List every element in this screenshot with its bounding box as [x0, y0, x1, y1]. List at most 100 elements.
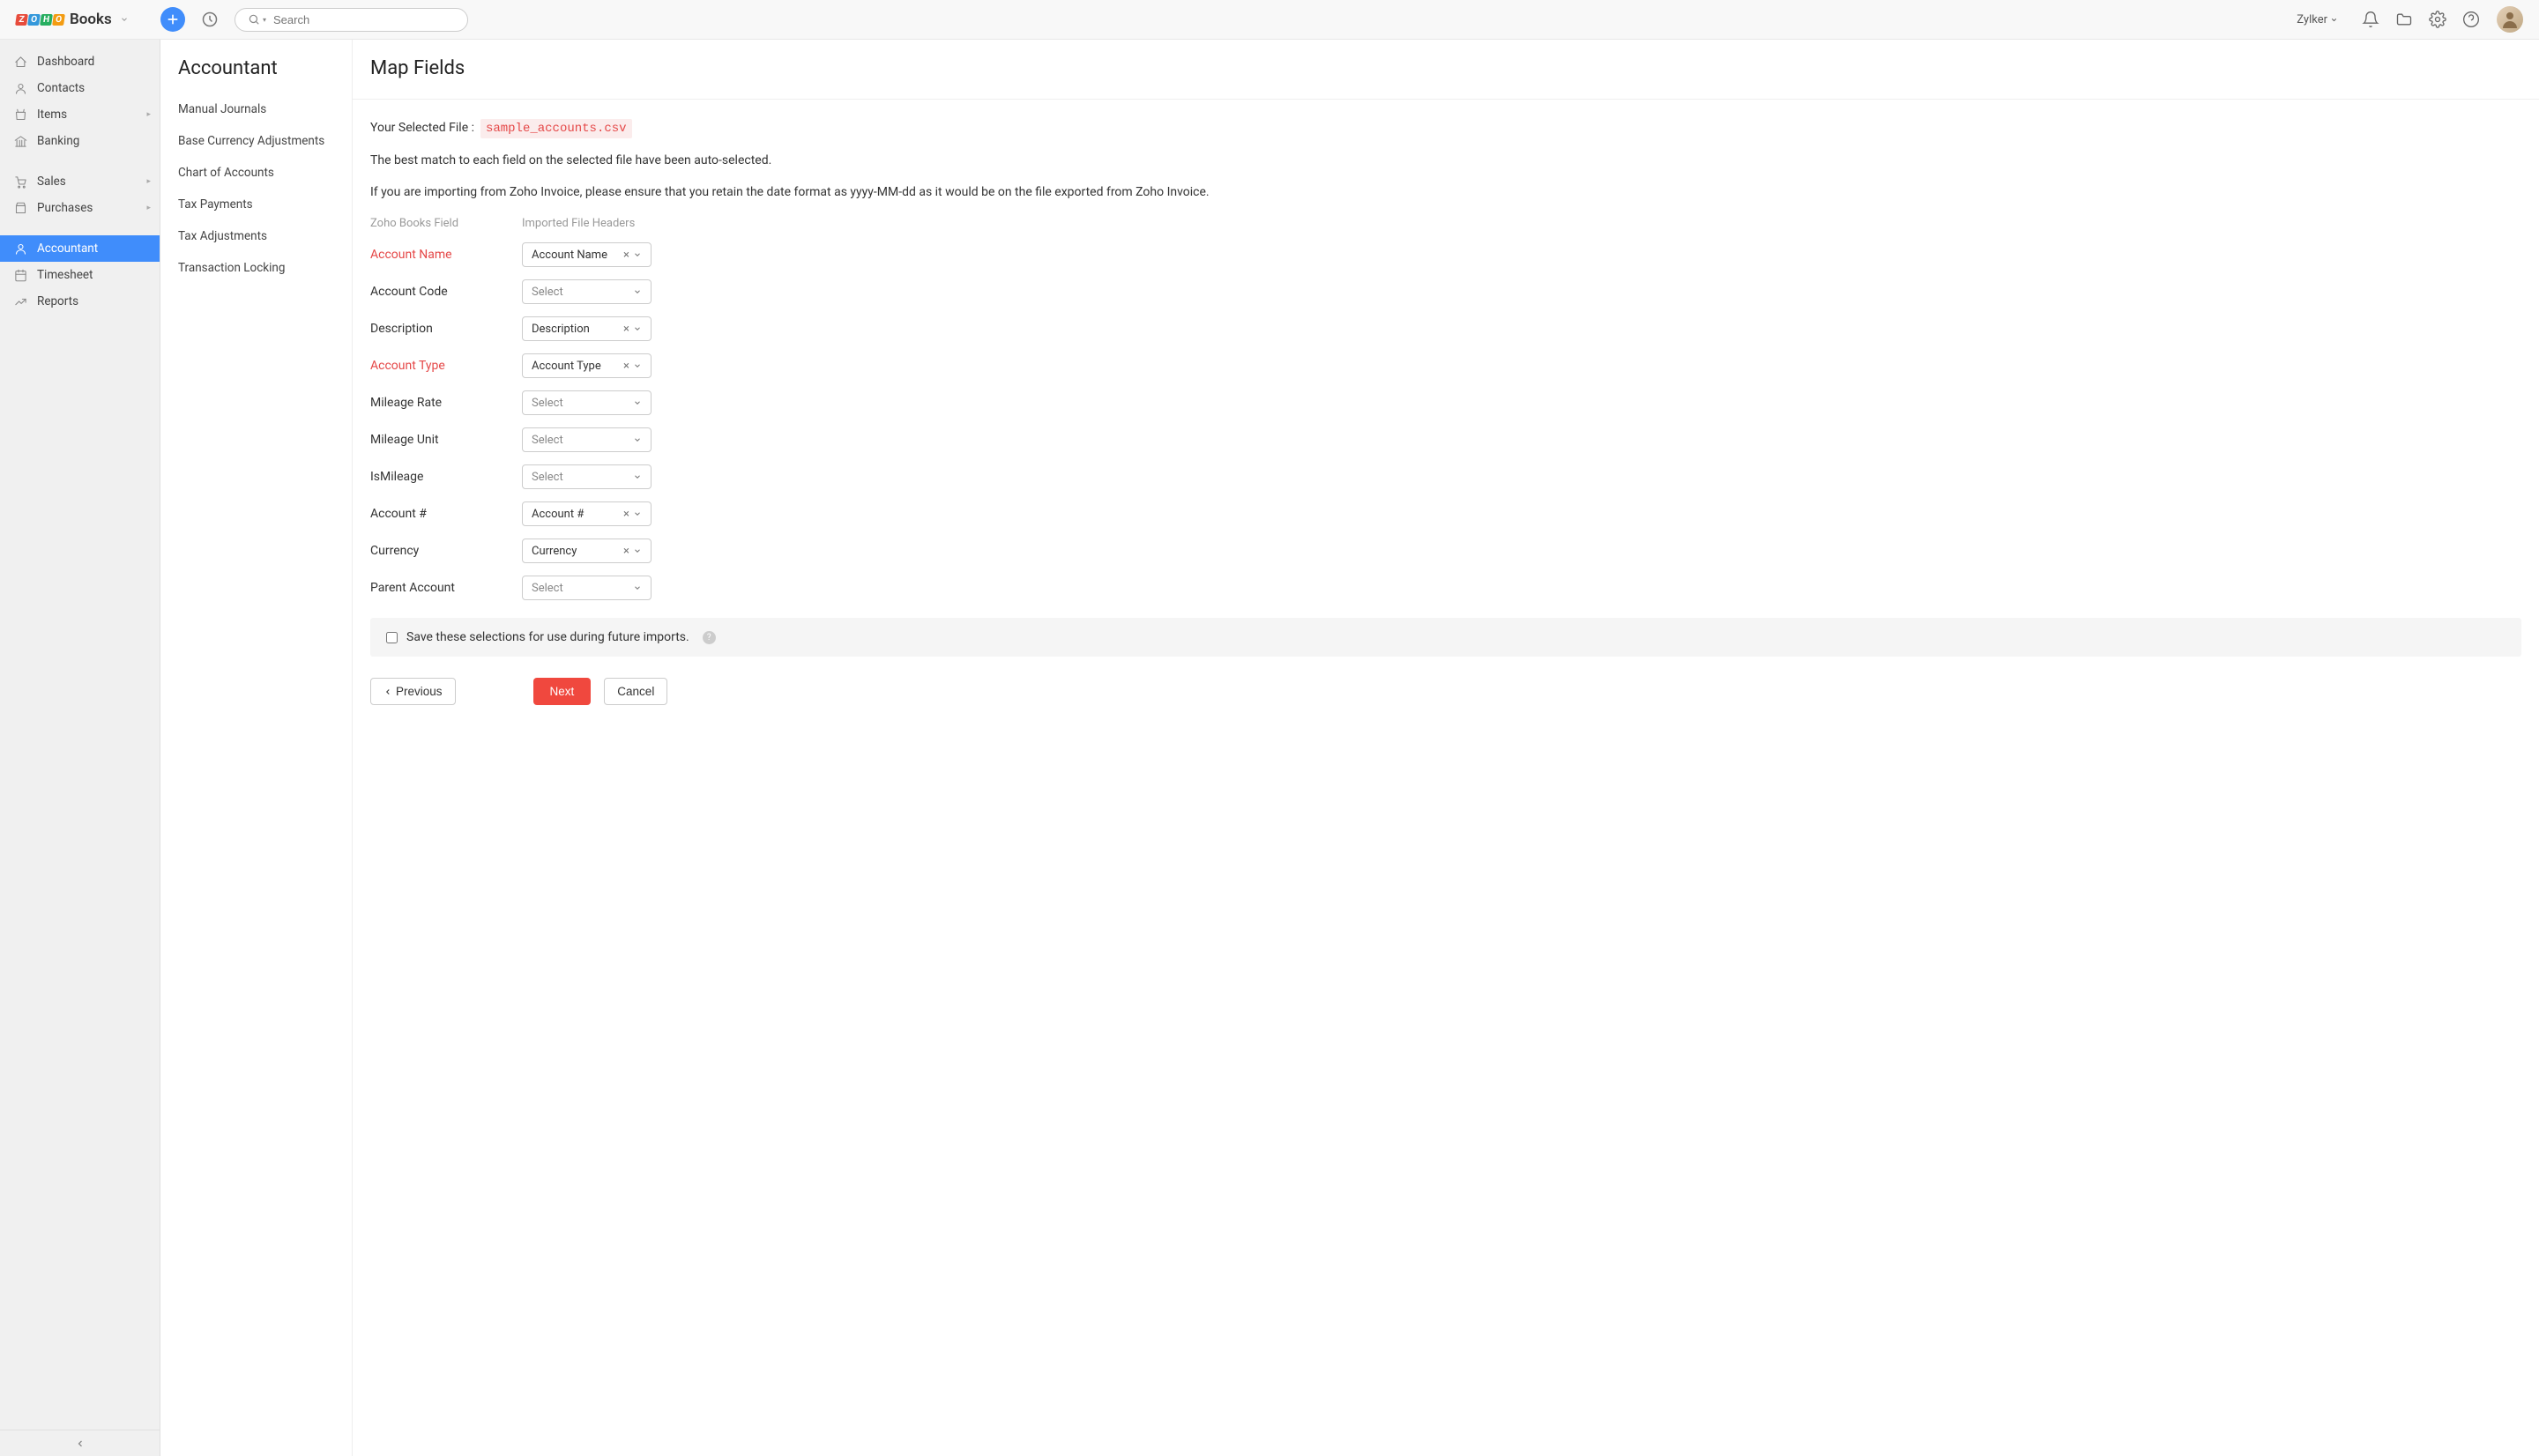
notifications-icon[interactable]: [2362, 11, 2379, 28]
clear-icon[interactable]: ×: [623, 545, 629, 558]
field-header-select[interactable]: Select: [522, 464, 652, 489]
recent-activity-icon[interactable]: [201, 11, 219, 28]
chevron-down-icon: [633, 546, 642, 555]
sidebar-item-dashboard[interactable]: Dashboard: [0, 48, 160, 75]
sidebar-item-label: Banking: [37, 134, 79, 148]
sidebar-item-timesheet[interactable]: Timesheet: [0, 262, 160, 288]
org-name: Zylker: [2297, 13, 2327, 26]
field-header-select[interactable]: Select: [522, 279, 652, 304]
next-button[interactable]: Next: [533, 678, 592, 705]
subside-item-tax-adjustments[interactable]: Tax Adjustments: [160, 220, 352, 252]
help-icon[interactable]: ?: [703, 631, 716, 644]
topbar: ZOHO Books ▾ Zylker: [0, 0, 2539, 40]
sidebar-item-banking[interactable]: Banking: [0, 128, 160, 154]
field-label: Account Type: [370, 359, 522, 373]
search-input[interactable]: [273, 13, 455, 26]
app-name: Books: [70, 11, 112, 28]
sidebar-item-reports[interactable]: Reports: [0, 288, 160, 315]
field-header-select[interactable]: Select: [522, 427, 652, 452]
clear-icon[interactable]: ×: [623, 323, 629, 336]
chevron-down-icon: [633, 361, 642, 370]
sales-icon: [14, 175, 28, 189]
select-value: Account #: [532, 508, 623, 521]
previous-button-label: Previous: [396, 685, 443, 698]
sidebar-item-sales[interactable]: Sales▸: [0, 168, 160, 195]
sidebar-item-label: Timesheet: [37, 268, 93, 282]
field-header-select[interactable]: Currency×: [522, 539, 652, 563]
field-header-select[interactable]: Account Type×: [522, 353, 652, 378]
select-value: Select: [532, 286, 633, 299]
sidebar-item-items[interactable]: Items▸: [0, 101, 160, 128]
select-value: Select: [532, 397, 633, 410]
subside-item-transaction-locking[interactable]: Transaction Locking: [160, 252, 352, 284]
chevron-down-icon: [633, 583, 642, 592]
field-row: IsMileageSelect: [370, 464, 2521, 489]
subside-item-base-currency-adjustments[interactable]: Base Currency Adjustments: [160, 125, 352, 157]
settings-icon[interactable]: [2429, 11, 2446, 28]
sidebar-item-purchases[interactable]: Purchases ▸: [0, 195, 160, 221]
primary-sidebar: DashboardContactsItems▸BankingSales▸Purc…: [0, 40, 160, 1456]
quick-add-button[interactable]: [160, 7, 185, 32]
save-selections-checkbox[interactable]: [386, 632, 398, 643]
folder-icon[interactable]: [2395, 11, 2413, 28]
help-icon[interactable]: [2462, 11, 2480, 28]
field-row: Account NameAccount Name×: [370, 242, 2521, 267]
info-auto-selected: The best match to each field on the sele…: [370, 153, 2521, 167]
selected-file-name: sample_accounts.csv: [480, 119, 632, 138]
sidebar-item-contacts[interactable]: Contacts: [0, 75, 160, 101]
chevron-left-icon: [383, 687, 392, 696]
sidebar-collapse-button[interactable]: [0, 1430, 160, 1456]
search-scope-dropdown-icon[interactable]: ▾: [263, 16, 266, 24]
search-box[interactable]: ▾: [235, 8, 468, 32]
field-label: Mileage Unit: [370, 433, 522, 447]
clear-icon[interactable]: ×: [623, 249, 629, 262]
field-row: Account #Account #×: [370, 501, 2521, 526]
wizard-buttons: Previous Next Cancel: [370, 678, 2521, 705]
zoho-logo-icon: ZOHO: [16, 14, 64, 26]
cancel-button[interactable]: Cancel: [604, 678, 667, 705]
field-label: Mileage Rate: [370, 396, 522, 410]
field-header-select[interactable]: Select: [522, 390, 652, 415]
subside-item-tax-payments[interactable]: Tax Payments: [160, 189, 352, 220]
field-label: IsMileage: [370, 470, 522, 484]
clear-icon[interactable]: ×: [623, 508, 629, 521]
select-value: Select: [532, 582, 633, 595]
clear-icon[interactable]: ×: [623, 360, 629, 373]
chevron-down-icon[interactable]: [120, 15, 129, 24]
field-header-select[interactable]: Account Name×: [522, 242, 652, 267]
field-header-select[interactable]: Description×: [522, 316, 652, 341]
field-header-select[interactable]: Account #×: [522, 501, 652, 526]
sidebar-item-label: Purchases: [37, 201, 93, 215]
user-avatar[interactable]: [2497, 6, 2523, 33]
field-row: Mileage Unit Select: [370, 427, 2521, 452]
sidebar-item-label: Sales: [37, 175, 66, 189]
field-label: Currency: [370, 544, 522, 558]
selected-file-label: Your Selected File :: [370, 121, 474, 135]
contacts-icon: [14, 82, 28, 95]
search-icon: [248, 13, 260, 26]
save-selections-box: Save these selections for use during fut…: [370, 618, 2521, 657]
field-header-select[interactable]: Select: [522, 576, 652, 600]
chevron-right-icon: ▸: [146, 204, 151, 212]
org-switcher[interactable]: Zylker: [2297, 13, 2338, 26]
mapping-column-headers: Zoho Books Field Imported File Headers: [370, 217, 2521, 230]
chevron-down-icon: [633, 472, 642, 481]
field-label: Parent Account: [370, 581, 522, 595]
field-row: Account Code Select: [370, 279, 2521, 304]
subside-item-manual-journals[interactable]: Manual Journals: [160, 93, 352, 125]
select-value: Select: [532, 434, 633, 447]
sidebar-item-label: Reports: [37, 294, 78, 308]
secondary-sidebar: Accountant Manual JournalsBase Currency …: [160, 40, 353, 1456]
logo-area[interactable]: ZOHO Books: [16, 11, 160, 28]
field-label: Account Code: [370, 285, 522, 299]
sidebar-item-accountant[interactable]: Accountant: [0, 235, 160, 262]
save-selections-label: Save these selections for use during fut…: [406, 630, 689, 644]
select-value: Currency: [532, 545, 623, 558]
field-label: Account Name: [370, 248, 522, 262]
sidebar-item-label: Items: [37, 108, 67, 122]
field-label: Account #: [370, 507, 522, 521]
subside-item-chart-of-accounts[interactable]: Chart of Accounts: [160, 157, 352, 189]
previous-button[interactable]: Previous: [370, 678, 456, 705]
purchases-icon: [14, 202, 28, 215]
items-icon: [14, 108, 28, 122]
